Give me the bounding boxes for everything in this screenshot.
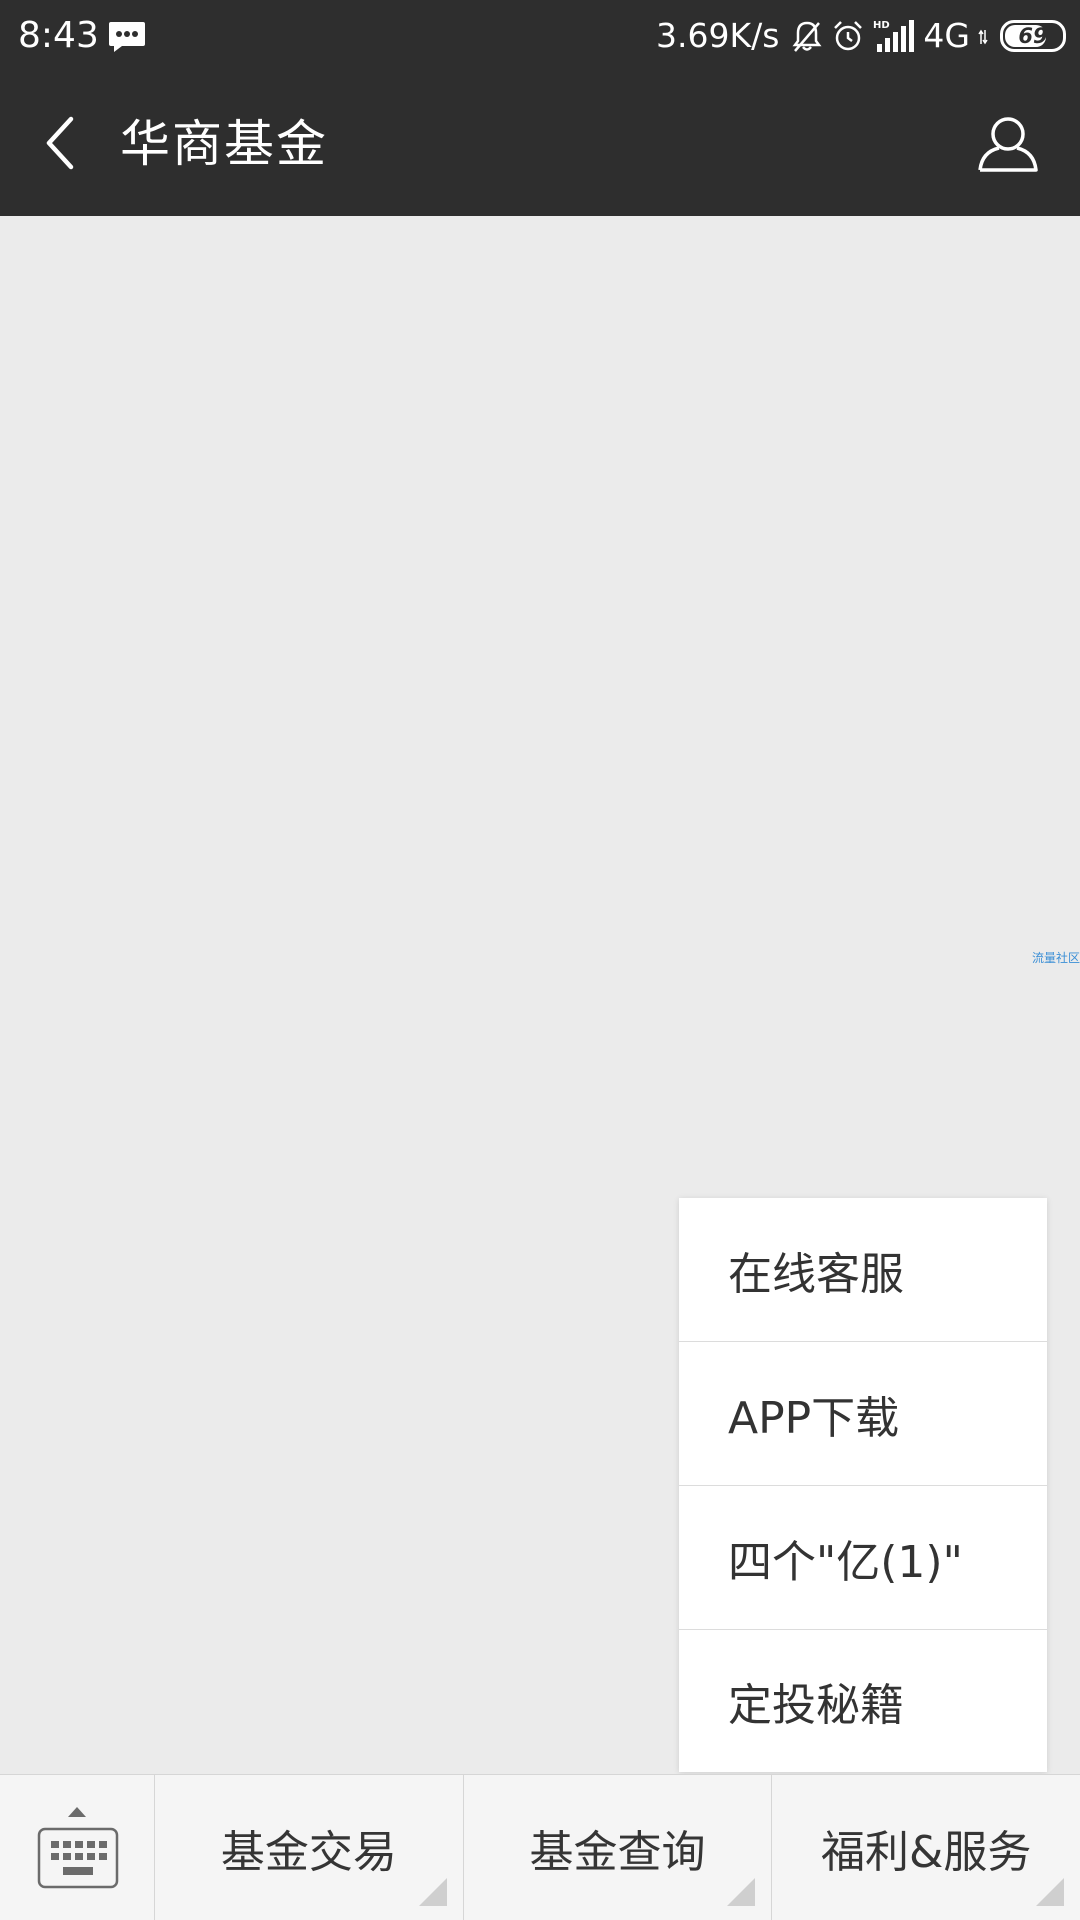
bell-off-icon [792, 21, 822, 52]
menu-item-investment-tips[interactable]: 定投秘籍 [679, 1630, 1047, 1772]
back-button[interactable] [30, 110, 90, 176]
svg-text:HD: HD [873, 20, 890, 31]
chevron-left-icon [46, 116, 74, 170]
status-indicators: 3.69K/s HD 4G 69 [656, 14, 1066, 58]
chat-screen: 8:43 3.69K/s HD 4G 69 华商基金 流量社区 在线客服 APP… [0, 0, 1080, 1920]
person-icon [978, 117, 1038, 172]
bottom-menu-bar: 基金交易 基金查询 福利&服务 [0, 1774, 1080, 1920]
network-type: 4G [923, 16, 970, 55]
header-bar: 华商基金 [0, 72, 1080, 216]
hd-signal-icon: HD [873, 20, 915, 52]
submenu-corner-icon [727, 1878, 756, 1906]
tab-fund-query[interactable]: 基金查询 [464, 1775, 773, 1920]
profile-button[interactable] [976, 112, 1040, 176]
submenu-corner-icon [418, 1878, 447, 1906]
network-speed: 3.69K/s [655, 16, 780, 55]
tab-benefits-services[interactable]: 福利&服务 [772, 1775, 1080, 1920]
chat-bubble-icon [109, 22, 145, 52]
battery-indicator: 69 [1000, 20, 1066, 52]
menu-item-app-download[interactable]: APP下载 [679, 1342, 1047, 1486]
menu-item-online-service[interactable]: 在线客服 [679, 1198, 1047, 1342]
data-arrows-icon [978, 29, 988, 45]
watermark-text: 流量社区 [1031, 951, 1080, 965]
page-title: 华商基金 [120, 115, 328, 173]
tab-fund-trading-label: 基金交易 [220, 1826, 397, 1878]
tab-benefits-services-label: 福利&服务 [821, 1826, 1032, 1878]
tab-fund-trading[interactable]: 基金交易 [155, 1775, 464, 1920]
alarm-icon [834, 21, 863, 51]
popup-menu: 在线客服 APP下载 四个"亿(1)" 定投秘籍 [679, 1198, 1047, 1772]
keyboard-icon [37, 1827, 119, 1889]
status-bar: 8:43 3.69K/s HD 4G 69 [0, 0, 1080, 72]
expand-arrow-icon [68, 1807, 86, 1817]
tab-fund-query-label: 基金查询 [529, 1826, 706, 1878]
battery-level: 69 [1018, 24, 1048, 48]
keyboard-toggle-button[interactable] [0, 1775, 155, 1920]
menu-item-four-yi[interactable]: 四个"亿(1)" [679, 1486, 1047, 1630]
submenu-corner-icon [1036, 1878, 1065, 1906]
status-time: 8:43 [18, 15, 99, 56]
